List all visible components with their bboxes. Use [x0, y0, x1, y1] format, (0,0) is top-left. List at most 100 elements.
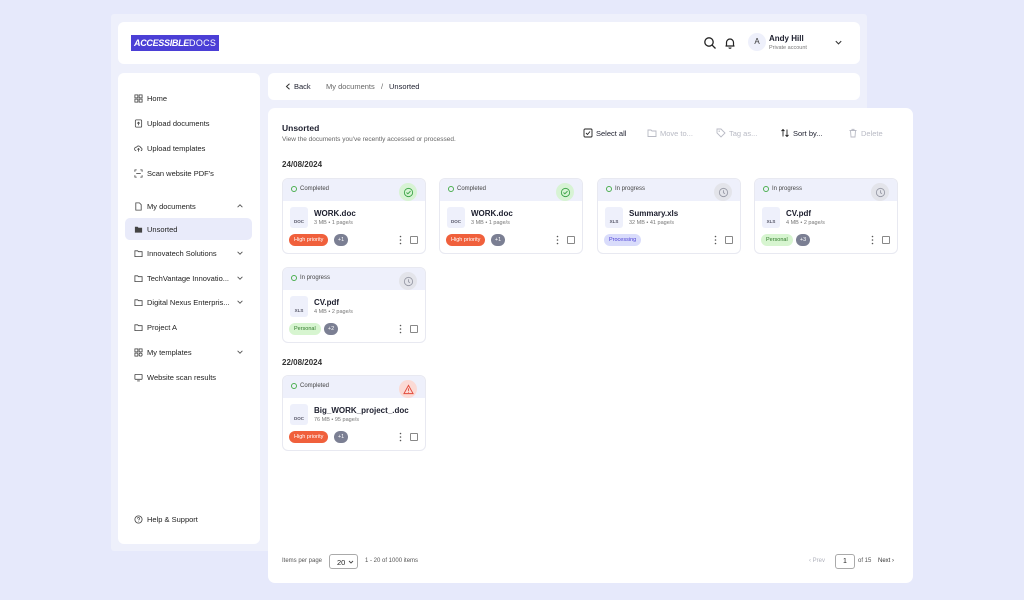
scan-icon	[134, 168, 143, 178]
bell-icon[interactable]	[723, 36, 737, 50]
file-type-icon: DOC	[290, 404, 308, 425]
prev-page-button[interactable]: ‹ Prev	[809, 558, 825, 564]
chevron-down-icon[interactable]	[834, 38, 843, 47]
file-name[interactable]: Summary.xls	[629, 209, 678, 218]
more-tags-badge[interactable]: +1	[491, 234, 505, 246]
more-options-icon[interactable]	[399, 235, 402, 245]
more-options-icon[interactable]	[714, 235, 717, 245]
status-label: Completed	[457, 186, 487, 192]
sidebar-item-project-a[interactable]: Project A	[125, 316, 252, 338]
sidebar-item-my-templates[interactable]: My templates	[125, 341, 252, 363]
user-role: Private account	[769, 45, 807, 51]
document-card[interactable]: In progress XLS Summary.xls 32 MB • 41 p…	[597, 178, 741, 254]
sidebar-item-label: Website scan results	[147, 372, 217, 382]
select-checkbox[interactable]	[882, 236, 890, 244]
sidebar-item-my-documents[interactable]: My documents	[125, 195, 252, 217]
select-all-label: Select all	[596, 128, 627, 138]
tag-badge: High priority	[446, 234, 486, 246]
search-icon[interactable]	[703, 36, 717, 50]
sidebar: Home Upload documents Upload templates S…	[118, 73, 260, 544]
sidebar-item-digital-nexus[interactable]: Digital Nexus Enterpris...	[125, 291, 252, 313]
tag-badge: Personal	[289, 323, 321, 335]
document-card[interactable]: In progress XLS CV.pdf 4 MB • 2 page/s P…	[754, 178, 898, 254]
file-meta: 4 MB • 2 page/s	[786, 220, 825, 226]
document-card[interactable]: Completed DOC WORK.doc 3 MB • 1 page/s H…	[439, 178, 583, 254]
page-number-input[interactable]: 1	[835, 554, 855, 569]
app-logo[interactable]: ACCESSIBLEDOCS	[131, 35, 220, 51]
document-card[interactable]: Completed DOC Big_WORK_project_.doc 76 M…	[282, 375, 426, 451]
delete-button[interactable]: Delete	[848, 128, 883, 138]
more-tags-badge[interactable]: +2	[324, 323, 338, 335]
card-header: In progress	[283, 268, 425, 290]
sidebar-item-techvantage[interactable]: TechVantage Innovatio...	[125, 267, 252, 289]
document-card[interactable]: Completed DOC WORK.doc 3 MB • 1 page/s H…	[282, 178, 426, 254]
help-support-link[interactable]: Help & Support	[125, 508, 252, 530]
more-tags-badge[interactable]: +1	[334, 234, 348, 246]
monitor-icon	[134, 373, 143, 381]
sort-by-label: Sort by...	[793, 128, 823, 138]
document-icon	[135, 201, 142, 211]
select-checkbox[interactable]	[410, 236, 418, 244]
chevron-down-icon	[348, 560, 354, 564]
breadcrumb-separator: /	[381, 82, 384, 91]
in-progress-icon	[399, 272, 417, 290]
status-label: In progress	[772, 186, 803, 192]
file-name[interactable]: CV.pdf	[786, 209, 811, 218]
select-checkbox[interactable]	[410, 433, 418, 441]
file-meta: 32 MB • 41 page/s	[629, 220, 675, 226]
sidebar-item-home[interactable]: Home	[125, 87, 252, 109]
more-tags-badge[interactable]: +1	[334, 431, 348, 443]
folder-move-icon	[647, 129, 657, 137]
file-name[interactable]: Big_WORK_project_.doc	[314, 406, 409, 415]
items-per-page-select[interactable]: 20	[329, 554, 358, 569]
tag-as-button[interactable]: Tag as...	[716, 128, 757, 138]
sidebar-item-website-scan-results[interactable]: Website scan results	[125, 366, 252, 388]
sidebar-item-upload-templates[interactable]: Upload templates	[125, 137, 252, 159]
sidebar-item-label: Upload templates	[147, 143, 206, 153]
file-name[interactable]: WORK.doc	[314, 209, 356, 218]
status-dot	[606, 186, 612, 192]
next-page-button[interactable]: Next ›	[878, 558, 894, 564]
file-name[interactable]: WORK.doc	[471, 209, 513, 218]
document-card[interactable]: In progress XLS CV.pdf 4 MB • 2 page/s P…	[282, 267, 426, 343]
sidebar-item-label: My documents	[147, 201, 196, 211]
page-title: Unsorted	[282, 123, 320, 133]
breadcrumb-parent[interactable]: My documents	[326, 82, 375, 91]
sidebar-item-upload-documents[interactable]: Upload documents	[125, 112, 252, 134]
card-header: In progress	[755, 179, 897, 201]
more-options-icon[interactable]	[556, 235, 559, 245]
status-badge: In progress	[763, 186, 802, 192]
file-name[interactable]: CV.pdf	[314, 298, 339, 307]
more-options-icon[interactable]	[399, 324, 402, 334]
select-checkbox[interactable]	[567, 236, 575, 244]
avatar[interactable]: A	[748, 33, 766, 51]
select-all-button[interactable]: Select all	[583, 128, 626, 138]
breadcrumb-current: Unsorted	[389, 82, 420, 91]
sidebar-item-innovatech[interactable]: Innovatech Solutions	[125, 242, 252, 264]
chevron-down-icon[interactable]	[236, 249, 244, 257]
chevron-left-icon[interactable]	[285, 83, 291, 90]
more-tags-badge[interactable]: +3	[796, 234, 810, 246]
chevron-up-icon[interactable]	[236, 202, 244, 210]
page-subtitle: View the documents you've recently acces…	[282, 136, 456, 143]
more-options-icon[interactable]	[399, 432, 402, 442]
tag-badge: High priority	[289, 431, 329, 443]
chevron-down-icon[interactable]	[236, 348, 244, 356]
status-dot	[291, 186, 297, 192]
status-badge: In progress	[606, 186, 645, 192]
breadcrumb: Back My documents / Unsorted	[268, 73, 860, 100]
user-name[interactable]: Andy Hill	[769, 34, 804, 43]
sort-by-button[interactable]: Sort by...	[780, 128, 822, 138]
completed-check-icon	[556, 183, 574, 201]
tag-badge: High priority	[289, 234, 329, 246]
sidebar-item-unsorted[interactable]: Unsorted	[125, 218, 252, 240]
folder-icon	[134, 274, 143, 282]
move-to-button[interactable]: Move to...	[647, 128, 693, 138]
select-checkbox[interactable]	[410, 325, 418, 333]
more-options-icon[interactable]	[871, 235, 874, 245]
sidebar-item-scan-website[interactable]: Scan website PDF's	[125, 162, 252, 184]
back-link[interactable]: Back	[294, 82, 311, 91]
select-checkbox[interactable]	[725, 236, 733, 244]
chevron-down-icon[interactable]	[236, 274, 244, 282]
chevron-down-icon[interactable]	[236, 298, 244, 306]
